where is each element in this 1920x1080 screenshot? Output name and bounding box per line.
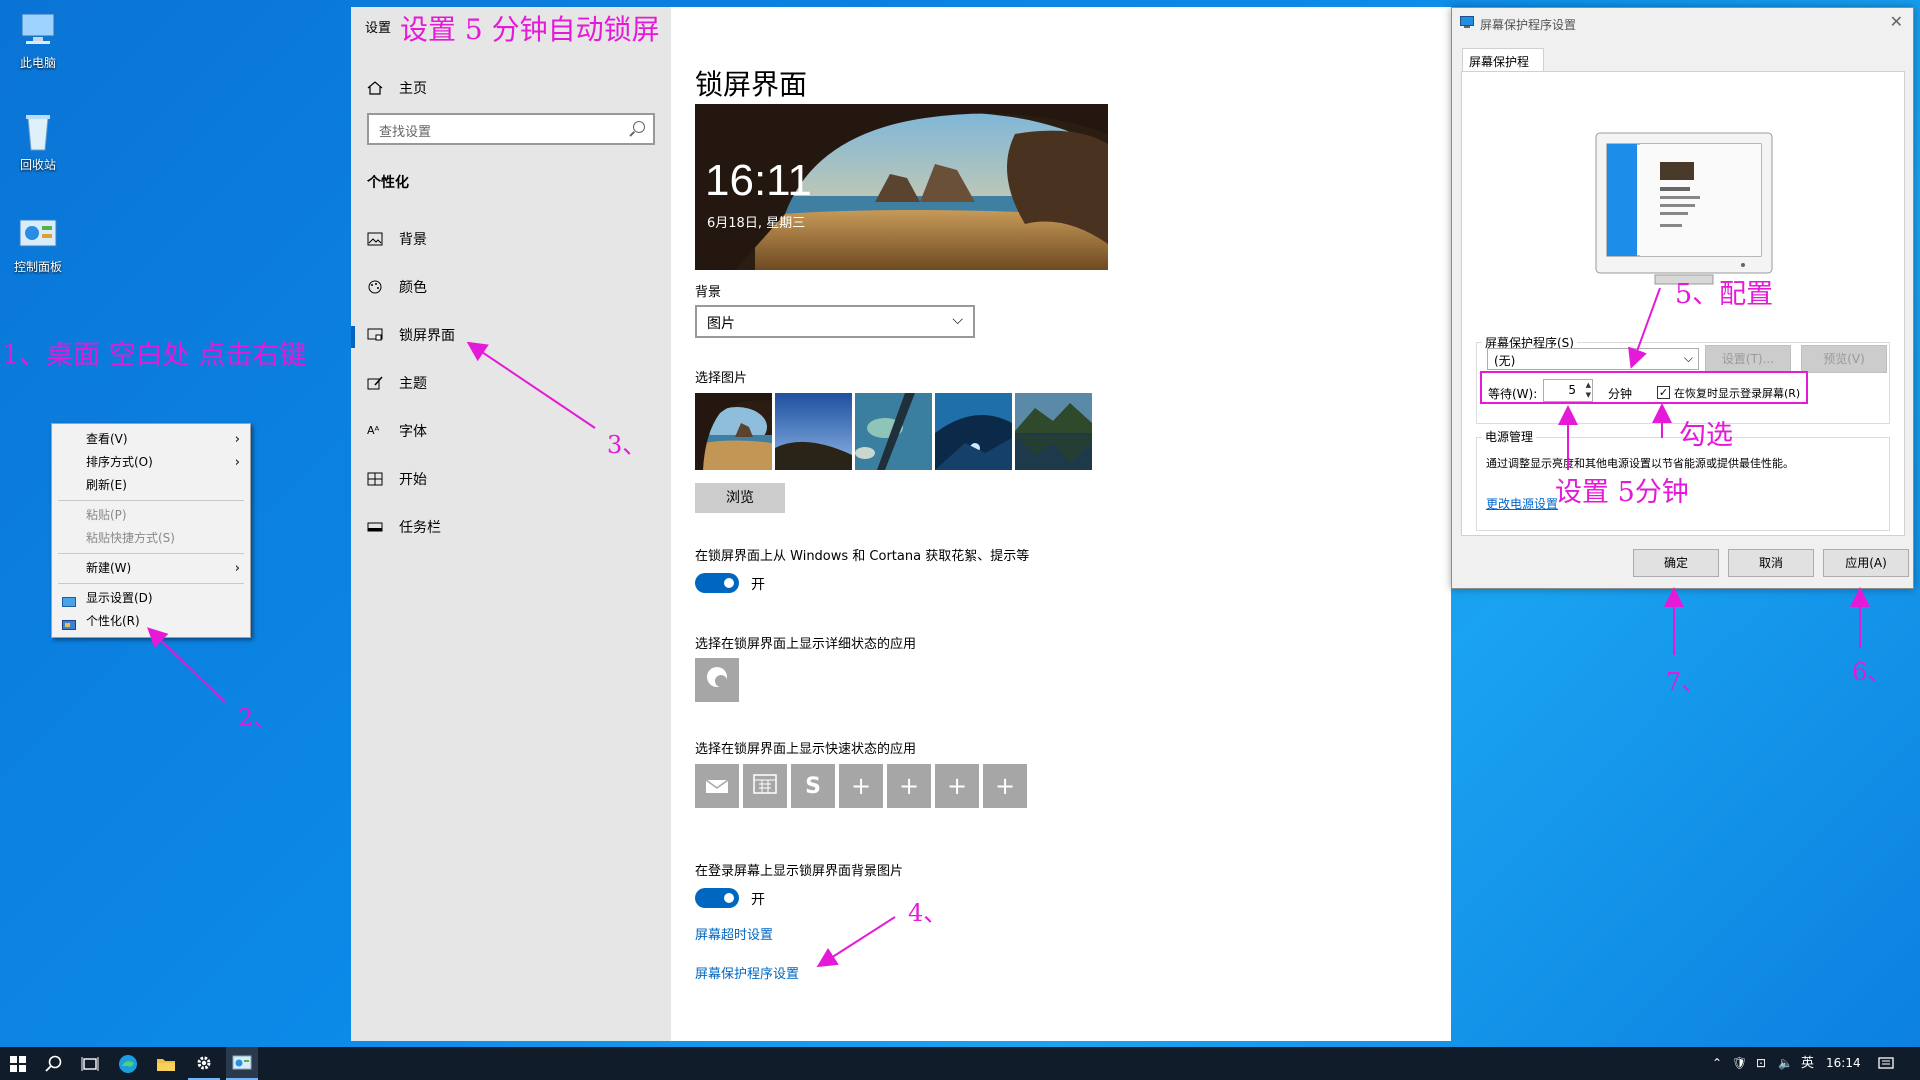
file-explorer-icon[interactable] bbox=[150, 1047, 182, 1080]
show-hidden-icons-chevron-icon[interactable]: ⌃ bbox=[1712, 1047, 1722, 1080]
control-panel-icon[interactable] bbox=[226, 1047, 258, 1080]
task-view-icon[interactable] bbox=[74, 1047, 106, 1080]
settings-gear-icon[interactable] bbox=[188, 1047, 220, 1080]
search-icon[interactable] bbox=[38, 1047, 70, 1080]
defender-shield-icon[interactable]: 🛡 bbox=[1732, 1047, 1747, 1080]
edge-icon[interactable] bbox=[112, 1047, 144, 1080]
taskbar-clock[interactable]: 16:14 bbox=[1826, 1047, 1861, 1080]
taskbar: ⌃ 🛡 ⊡ 🔈 英 16:14 bbox=[0, 1047, 1920, 1080]
windows-start-icon[interactable] bbox=[2, 1047, 34, 1080]
notification-center-icon[interactable] bbox=[1878, 1047, 1894, 1080]
network-icon[interactable]: ⊡ bbox=[1756, 1047, 1766, 1080]
annotation-arrows bbox=[147, 287, 1870, 968]
ime-indicator[interactable]: 英 bbox=[1801, 1047, 1814, 1080]
volume-icon[interactable]: 🔈 bbox=[1778, 1047, 1793, 1080]
